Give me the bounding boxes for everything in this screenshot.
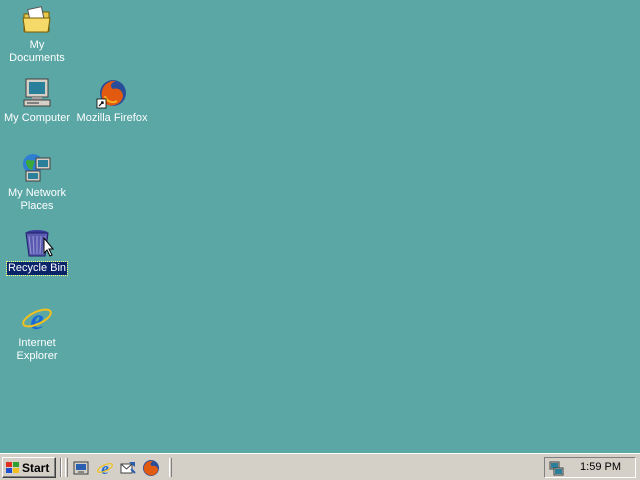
network-connection-icon[interactable] <box>548 460 564 476</box>
desktop-icon-label: My Documents <box>9 39 65 64</box>
taskbar-grip[interactable] <box>169 458 172 477</box>
start-label: Start <box>22 460 50 475</box>
computer-icon <box>21 77 53 109</box>
folder-documents-icon <box>21 4 53 36</box>
desktop[interactable]: My Documents My Computer Mozilla Firefox… <box>0 0 640 453</box>
firefox-icon <box>96 77 128 109</box>
desktop-icon-label: My Computer <box>3 112 71 124</box>
windows-logo-icon <box>6 461 19 473</box>
outlook-express-icon[interactable] <box>119 459 137 477</box>
svg-text:e: e <box>101 459 109 477</box>
internet-explorer-icon[interactable]: e <box>96 459 114 477</box>
desktop-icon-label: My Network Places <box>7 187 67 212</box>
taskbar: Start e 1:59 PM <box>0 453 640 480</box>
desktop-icon-my-documents[interactable]: My Documents <box>0 4 74 65</box>
clock[interactable]: 1:59 PM <box>580 461 621 473</box>
firefox-icon[interactable] <box>142 459 160 477</box>
desktop-icon-label: Mozilla Firefox <box>76 112 148 124</box>
show-desktop-icon[interactable] <box>72 459 90 477</box>
desktop-icon-mozilla-firefox[interactable]: Mozilla Firefox <box>75 77 149 125</box>
desktop-icon-internet-explorer[interactable]: e Internet Explorer <box>0 302 74 363</box>
desktop-icon-recycle-bin[interactable]: Recycle Bin <box>0 227 74 276</box>
desktop-icon-label: Internet Explorer <box>16 337 58 362</box>
start-button[interactable]: Start <box>2 457 56 478</box>
taskbar-separator <box>60 458 62 477</box>
svg-text:e: e <box>30 303 43 334</box>
network-places-icon <box>21 152 53 184</box>
desktop-icon-label: Recycle Bin <box>5 261 69 276</box>
internet-explorer-icon: e <box>21 302 53 334</box>
mouse-pointer-icon <box>43 237 55 257</box>
quick-launch-grip[interactable] <box>65 458 68 477</box>
system-tray: 1:59 PM <box>544 457 636 478</box>
desktop-icon-my-network-places[interactable]: My Network Places <box>0 152 74 213</box>
desktop-icon-my-computer[interactable]: My Computer <box>0 77 74 125</box>
